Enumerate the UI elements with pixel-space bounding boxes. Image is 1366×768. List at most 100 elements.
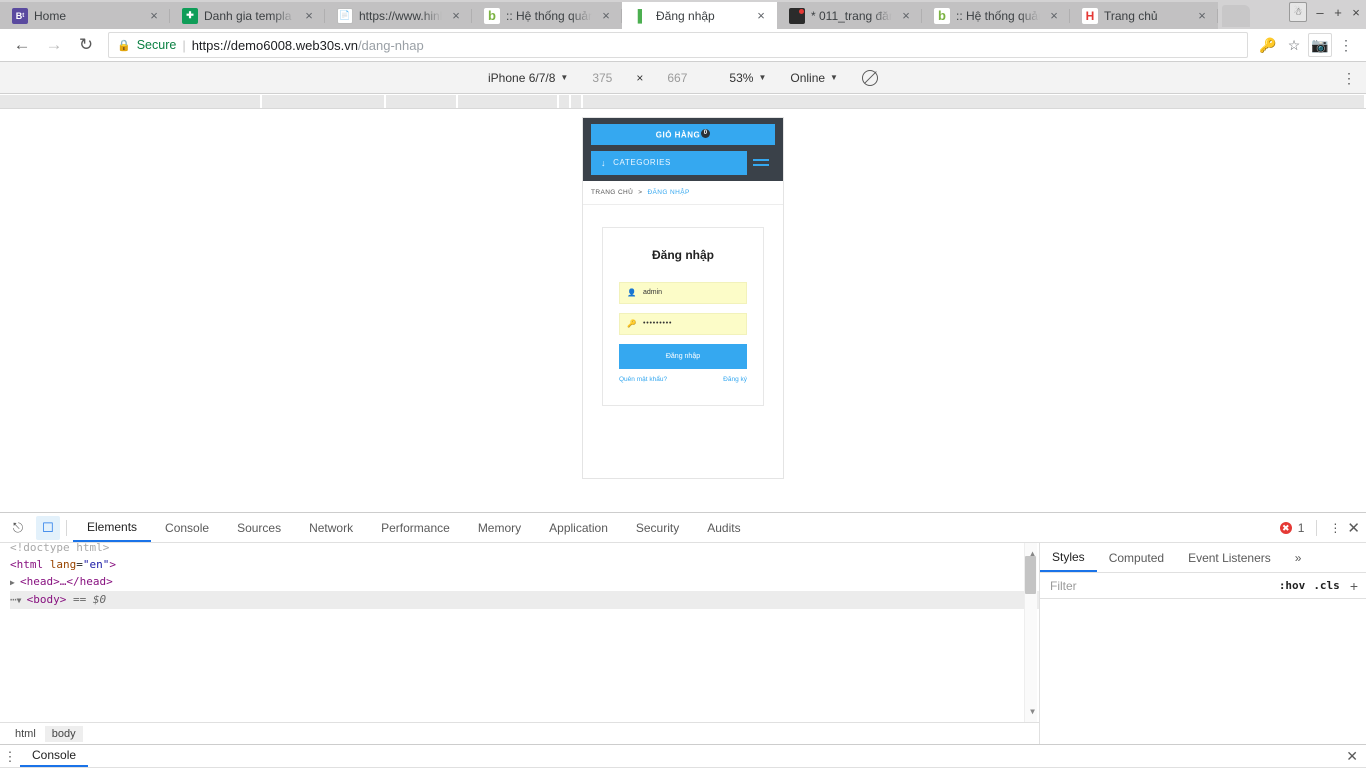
- new-style-rule-button[interactable]: +: [1344, 578, 1366, 594]
- minimize-button[interactable]: –: [1312, 5, 1328, 20]
- breadcrumb: TRANG CHỦ > ĐĂNG NHẬP: [583, 180, 783, 205]
- browser-tab[interactable]: Bt Home ×: [0, 2, 170, 29]
- categories-row: ↓ CATEGORIES: [583, 150, 783, 181]
- styles-filter-input[interactable]: Filter: [1040, 579, 1275, 593]
- element-classes-button[interactable]: .cls: [1309, 579, 1344, 592]
- login-submit-button[interactable]: Đăng nhập: [619, 343, 747, 369]
- tab-event-listeners[interactable]: Event Listeners: [1176, 543, 1283, 572]
- arrow-down-icon: ↓: [601, 157, 607, 168]
- tab-computed[interactable]: Computed: [1097, 543, 1176, 572]
- tab-close-button[interactable]: ×: [146, 8, 162, 24]
- tab-memory[interactable]: Memory: [464, 513, 535, 542]
- tab-close-button[interactable]: ×: [1046, 8, 1062, 24]
- tab-console[interactable]: Console: [151, 513, 223, 542]
- drawer-close-icon[interactable]: ✕: [1346, 748, 1358, 765]
- scroll-down-icon[interactable]: ▼: [1030, 703, 1035, 720]
- dom-breadcrumb-html[interactable]: html: [8, 726, 43, 742]
- window-close-button[interactable]: ×: [1348, 5, 1364, 20]
- device-selector[interactable]: iPhone 6/7/8 ▼: [476, 71, 580, 85]
- styles-more-tabs-icon[interactable]: »: [1283, 543, 1314, 572]
- url-text: https://demo6008.web30s.vn/dang-nhap: [192, 38, 424, 53]
- tab-close-button[interactable]: ×: [448, 8, 464, 24]
- register-link[interactable]: Đăng ký: [723, 376, 747, 383]
- drawer-kebab-icon[interactable]: ⋮: [0, 750, 20, 763]
- tab-title: Danh gia templa: [204, 8, 292, 23]
- tab-security[interactable]: Security: [622, 513, 693, 542]
- dom-selection-marker: == $0: [73, 593, 107, 606]
- throttling-selector[interactable]: Online ▼: [778, 71, 850, 85]
- device-emulation-toolbar: iPhone 6/7/8 ▼ 375 × 667 53% ▼ Online ▼ …: [0, 62, 1366, 94]
- error-count[interactable]: 1: [1298, 521, 1305, 535]
- kebab-menu-icon[interactable]: ⋮: [1334, 33, 1358, 57]
- forgot-password-link[interactable]: Quên mật khẩu?: [619, 376, 667, 383]
- drawer-tab-console[interactable]: Console: [20, 745, 89, 767]
- key-icon[interactable]: 🔑: [1256, 33, 1280, 57]
- profile-avatar-icon[interactable]: ☃: [1289, 2, 1307, 22]
- rotate-icon: [861, 69, 878, 86]
- times-label: ×: [636, 70, 644, 85]
- dom-line[interactable]: <html lang="en">: [10, 556, 1039, 573]
- device-toggle-icon[interactable]: ☐: [36, 515, 60, 540]
- browser-tab[interactable]: H Trang chủ ×: [1070, 2, 1218, 29]
- browser-tab[interactable]: * 011_trang đăng ×: [777, 2, 922, 29]
- viewport-width-input[interactable]: 375: [580, 71, 624, 85]
- error-icon: ✖: [1279, 521, 1292, 534]
- chevron-down-icon: ▼: [758, 73, 767, 82]
- browser-tab[interactable]: 📄 https://www.hinh ×: [325, 2, 472, 29]
- zoom-selector[interactable]: 53% ▼: [699, 71, 778, 85]
- tab-sources[interactable]: Sources: [223, 513, 295, 542]
- devtools-tabbar: ⎋ ☐ Elements Console Sources Network Per…: [0, 513, 1366, 543]
- hamburger-icon[interactable]: [745, 150, 775, 175]
- star-icon[interactable]: ☆: [1282, 33, 1306, 57]
- page-content: Đăng nhập 👤 admin 🔑 ••••••••• Đăng nhập …: [583, 205, 783, 428]
- device-toolbar-kebab-icon[interactable]: ⋮: [1342, 71, 1356, 85]
- viewport-ruler: [0, 94, 1366, 109]
- tab-close-button[interactable]: ×: [898, 8, 914, 24]
- dom-head-node: <head>…</head>: [20, 575, 113, 588]
- tab-audits[interactable]: Audits: [693, 513, 754, 542]
- tab-close-button[interactable]: ×: [301, 8, 317, 24]
- tab-title: * 011_trang đăng: [811, 8, 892, 23]
- force-state-button[interactable]: :hov: [1275, 579, 1310, 592]
- new-tab-button[interactable]: [1222, 5, 1250, 27]
- tab-styles[interactable]: Styles: [1040, 543, 1097, 572]
- tab-close-button[interactable]: ×: [753, 8, 769, 24]
- devtools-kebab-icon[interactable]: ⋮: [1329, 521, 1341, 535]
- rotate-button[interactable]: [850, 69, 890, 86]
- devtools-tabbar-right: ✖ 1 ⋮ ✕: [1279, 519, 1360, 537]
- dom-scrollbar-thumb[interactable]: [1025, 556, 1036, 594]
- cart-button[interactable]: GIỎ HÀNG 0: [591, 124, 775, 145]
- console-drawer: ⋮ Console ✕ ▷| 🚫 top ▼ Filter Default le…: [0, 744, 1366, 768]
- browser-tab[interactable]: ✚ Danh gia templa ×: [170, 2, 325, 29]
- viewport-height-input[interactable]: 667: [655, 71, 699, 85]
- browser-tab[interactable]: b :: Hệ thống quản ×: [922, 2, 1070, 29]
- dom-tree: <!doctype html> <html lang="en"> ▶ <head>…: [0, 543, 1039, 722]
- tab-application[interactable]: Application: [535, 513, 622, 542]
- tab-elements[interactable]: Elements: [73, 513, 152, 542]
- password-field[interactable]: 🔑 •••••••••: [619, 312, 747, 335]
- devtools-close-icon[interactable]: ✕: [1347, 519, 1360, 537]
- maximize-button[interactable]: +: [1330, 5, 1346, 20]
- collapse-triangle-icon[interactable]: ▼: [17, 592, 27, 609]
- categories-button[interactable]: ↓ CATEGORIES: [591, 150, 745, 175]
- address-bar[interactable]: 🔒 Secure | https://demo6008.web30s.vn/da…: [108, 32, 1248, 58]
- back-button[interactable]: ←: [8, 31, 36, 59]
- camera-icon[interactable]: 📷: [1308, 33, 1332, 57]
- browser-tab[interactable]: b :: Hệ thống quản ×: [472, 2, 622, 29]
- dom-line[interactable]: ▶ <head>…</head>: [10, 573, 1039, 591]
- dom-body-node: <body>: [26, 593, 67, 606]
- dom-line-selected[interactable]: ⋯▼ <body> == $0: [10, 591, 1039, 609]
- breadcrumb-home[interactable]: TRANG CHỦ: [591, 189, 633, 196]
- categories-label: CATEGORIES: [613, 158, 671, 168]
- dom-breadcrumb-body[interactable]: body: [44, 725, 83, 742]
- tab-performance[interactable]: Performance: [367, 513, 464, 542]
- forward-button[interactable]: →: [40, 31, 68, 59]
- browser-tab-active[interactable]: ▌ Đăng nhập ×: [622, 2, 777, 29]
- reload-button[interactable]: ↻: [72, 31, 100, 59]
- tab-close-button[interactable]: ×: [1194, 8, 1210, 24]
- tab-network[interactable]: Network: [295, 513, 367, 542]
- username-field[interactable]: 👤 admin: [619, 281, 747, 304]
- tab-close-button[interactable]: ×: [598, 8, 614, 24]
- expand-triangle-icon[interactable]: ▶: [10, 574, 20, 591]
- inspect-cursor-icon[interactable]: ⎋: [6, 516, 30, 540]
